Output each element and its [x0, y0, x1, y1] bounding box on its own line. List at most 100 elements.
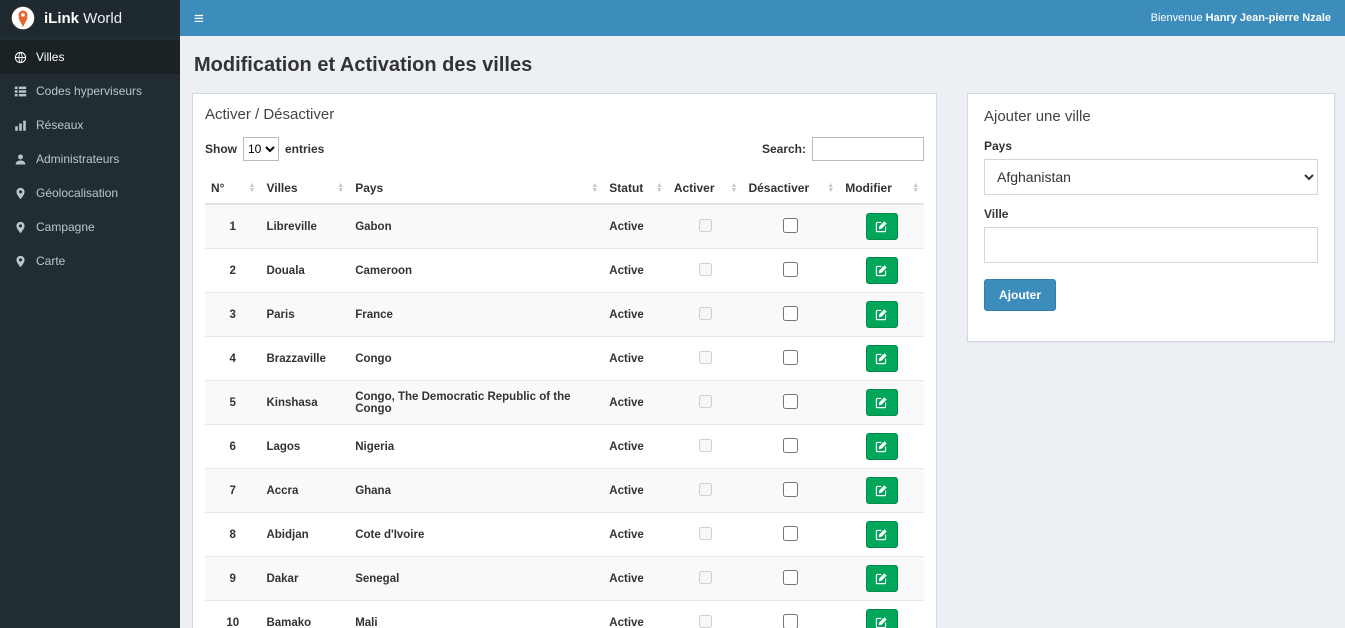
activer-checkbox[interactable]: [698, 350, 712, 364]
sidebar-item-carte[interactable]: Carte: [0, 244, 180, 278]
activer-checkbox[interactable]: [698, 306, 712, 320]
sidebar-item-campagne[interactable]: Campagne: [0, 210, 180, 244]
table-row: 4 Brazzaville Congo Active: [205, 336, 924, 381]
column-header-desactiver[interactable]: Désactiver ▲ ▼: [742, 173, 840, 205]
edit-icon: [875, 617, 887, 628]
pays-select[interactable]: Afghanistan: [984, 159, 1318, 195]
cell-activer: [667, 336, 743, 381]
sort-icon[interactable]: ▲ ▼: [656, 182, 663, 194]
cell-pays: Nigeria: [349, 424, 604, 469]
edit-button[interactable]: [865, 609, 898, 628]
cell-modifier: [839, 556, 924, 601]
sidebar-item-villes[interactable]: Villes: [0, 40, 180, 74]
cell-num: 1: [205, 203, 261, 249]
edit-button[interactable]: [865, 477, 898, 504]
cell-modifier: [839, 248, 924, 293]
search-input[interactable]: [812, 137, 924, 161]
activer-checkbox[interactable]: [698, 394, 712, 408]
table-row: 3 Paris France Active: [205, 292, 924, 337]
edit-icon: [875, 265, 887, 277]
edit-icon: [875, 221, 887, 233]
activer-checkbox[interactable]: [698, 482, 712, 496]
cell-modifier: [839, 336, 924, 381]
edit-button[interactable]: [865, 433, 898, 460]
list-icon: [14, 86, 27, 96]
cell-activer: [667, 600, 743, 628]
sort-icon[interactable]: ▲ ▼: [912, 182, 919, 194]
cell-pays: Mali: [349, 600, 604, 628]
cell-num: 5: [205, 380, 261, 425]
add-city-title: Ajouter une ville: [984, 108, 1091, 125]
column-header-villes[interactable]: Villes ▲ ▼: [260, 173, 350, 205]
activer-checkbox[interactable]: [698, 218, 712, 232]
sidebar-item-administrateurs[interactable]: Administrateurs: [0, 142, 180, 176]
desactiver-checkbox[interactable]: [783, 393, 799, 409]
cell-modifier: [839, 468, 924, 513]
column-header-activer[interactable]: Activer ▲ ▼: [667, 173, 743, 205]
edit-button[interactable]: [865, 213, 898, 240]
cell-activer: [667, 424, 743, 469]
desactiver-checkbox[interactable]: [783, 261, 799, 277]
column-header-pays[interactable]: Pays ▲ ▼: [349, 173, 604, 205]
edit-button[interactable]: [865, 301, 898, 328]
user-icon: [15, 153, 26, 165]
desactiver-checkbox[interactable]: [783, 349, 799, 365]
sort-icon[interactable]: ▲ ▼: [731, 182, 738, 194]
desactiver-checkbox[interactable]: [783, 613, 799, 628]
sort-icon[interactable]: ▲ ▼: [591, 182, 598, 194]
app-logo-icon: [10, 5, 36, 31]
sidebar-item-geolocalisation[interactable]: Géolocalisation: [0, 176, 180, 210]
datatable-controls: Show 10 entries Search:: [205, 137, 924, 161]
cell-ville: Abidjan: [260, 512, 350, 557]
page-length-select[interactable]: 10: [243, 137, 279, 161]
brand[interactable]: iLink World: [0, 0, 180, 36]
activation-panel: Activer / Désactiver Show 10 entries Sea…: [192, 93, 937, 628]
activer-checkbox[interactable]: [698, 570, 712, 584]
desactiver-checkbox[interactable]: [783, 305, 799, 321]
edit-button[interactable]: [865, 389, 898, 416]
ajouter-button[interactable]: Ajouter: [984, 279, 1056, 311]
brand-text: iLink World: [44, 9, 123, 27]
activer-checkbox[interactable]: [698, 262, 712, 276]
sort-icon[interactable]: ▲ ▼: [827, 182, 834, 194]
edit-button[interactable]: [865, 345, 898, 372]
desactiver-checkbox[interactable]: [783, 481, 799, 497]
column-header-statut[interactable]: Statut ▲ ▼: [603, 173, 668, 205]
hamburger-menu-icon[interactable]: ≡: [194, 10, 204, 27]
desactiver-checkbox[interactable]: [783, 437, 799, 453]
cell-statut: Active: [603, 203, 668, 249]
top-bar: iLink World ≡ Bienvenue Hanry Jean-pierr…: [0, 0, 1345, 36]
cell-desactiver: [742, 468, 840, 513]
column-header-modifier[interactable]: Modifier ▲ ▼: [839, 173, 924, 205]
edit-icon: [875, 353, 887, 365]
edit-button[interactable]: [865, 257, 898, 284]
cell-desactiver: [742, 556, 840, 601]
desactiver-checkbox[interactable]: [783, 217, 799, 233]
edit-button[interactable]: [865, 521, 898, 548]
cell-pays: Cote d'Ivoire: [349, 512, 604, 557]
cell-num: 9: [205, 556, 261, 601]
edit-icon: [875, 529, 887, 541]
villes-table: N° ▲ ▼ Villes ▲ ▼ Pays ▲ ▼ Statut ▲ ▼ Activer ▲ ▼ …: [205, 173, 924, 628]
edit-icon: [875, 397, 887, 409]
desactiver-checkbox[interactable]: [783, 525, 799, 541]
column-header-num[interactable]: N° ▲ ▼: [205, 173, 261, 205]
activer-checkbox[interactable]: [698, 526, 712, 540]
cell-activer: [667, 512, 743, 557]
edit-button[interactable]: [865, 565, 898, 592]
cell-pays: Gabon: [349, 203, 604, 249]
cell-desactiver: [742, 380, 840, 425]
activer-checkbox[interactable]: [698, 438, 712, 452]
cell-desactiver: [742, 203, 840, 249]
cell-desactiver: [742, 248, 840, 293]
sidebar-item-reseaux[interactable]: Réseaux: [0, 108, 180, 142]
ville-input[interactable]: [984, 227, 1318, 263]
activer-checkbox[interactable]: [698, 614, 712, 628]
sort-icon[interactable]: ▲ ▼: [249, 182, 256, 194]
desactiver-checkbox[interactable]: [783, 569, 799, 585]
sidebar-item-codes-hyperviseurs[interactable]: Codes hyperviseurs: [0, 74, 180, 108]
add-city-panel: Ajouter une ville Pays Afghanistan Ville…: [967, 93, 1335, 342]
sort-icon[interactable]: ▲ ▼: [337, 182, 344, 194]
cell-num: 4: [205, 336, 261, 381]
cell-ville: Dakar: [260, 556, 350, 601]
